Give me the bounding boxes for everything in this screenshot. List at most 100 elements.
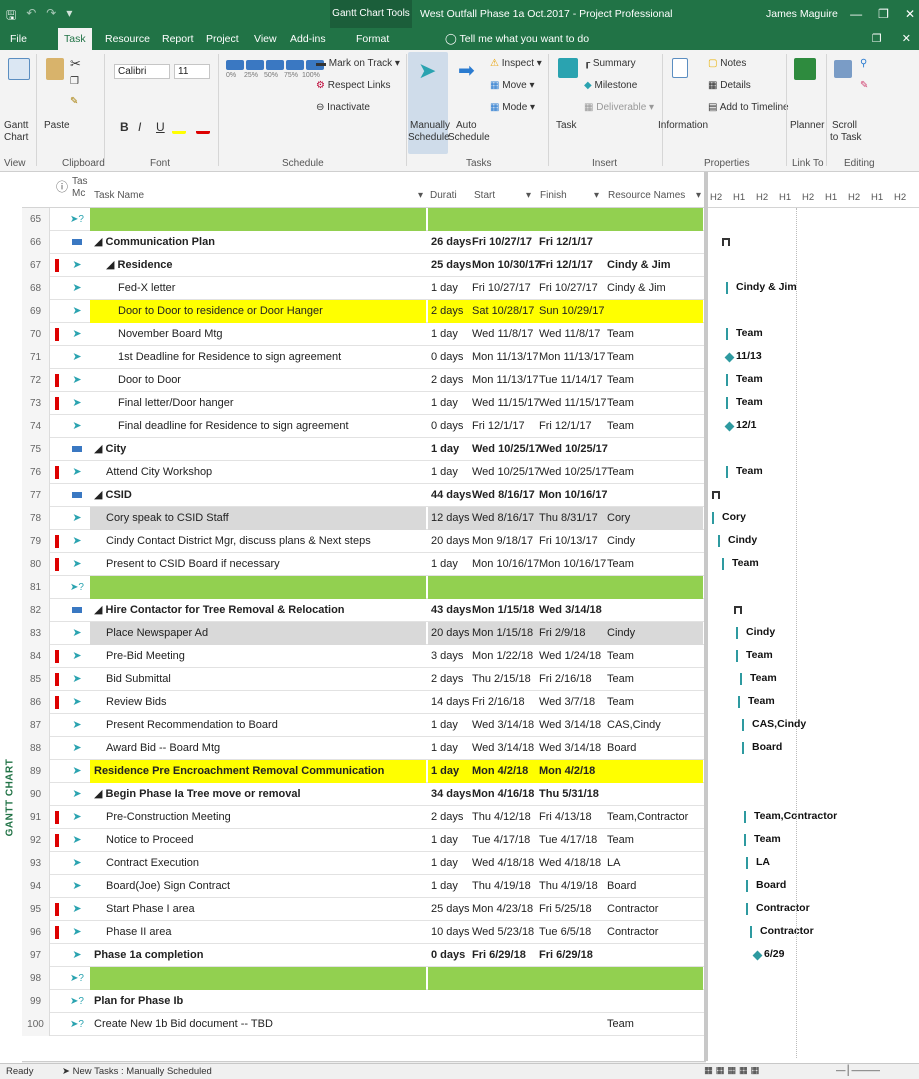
gantt-chart-icon[interactable] (8, 58, 30, 80)
start-filter-icon[interactable]: ▾ (526, 190, 531, 201)
task-bar[interactable] (718, 535, 720, 547)
auto-label[interactable]: Auto (456, 120, 477, 131)
task-name-cell[interactable]: ◢ CSID (90, 484, 426, 507)
task-mode-cell[interactable]: ➤ (66, 783, 88, 806)
tab-add-ins[interactable]: Add-ins (284, 28, 332, 50)
start-cell[interactable] (470, 967, 537, 990)
resource-cell[interactable]: Team (605, 346, 703, 369)
restore-icon[interactable]: ❐ (878, 0, 889, 28)
start-cell[interactable]: Wed 3/14/18 (470, 737, 537, 760)
highlight-color-icon[interactable] (172, 120, 186, 134)
mark-on-track-button[interactable]: ▬ Mark on Track ▾ (316, 58, 400, 69)
duration-cell[interactable]: 20 days (428, 530, 472, 553)
duration-cell[interactable]: 1 day (428, 392, 472, 415)
customize-icon[interactable]: ▾ (66, 6, 72, 27)
duration-cell[interactable] (428, 576, 472, 599)
duration-cell[interactable] (428, 208, 472, 231)
finish-cell[interactable]: Fri 12/1/17 (537, 415, 605, 438)
finish-header[interactable]: Finish (540, 190, 567, 201)
finish-cell[interactable]: Tue 4/17/18 (537, 829, 605, 852)
finish-cell[interactable]: Fri 10/13/17 (537, 530, 605, 553)
task-mode-cell[interactable] (66, 484, 88, 507)
task-mode-cell[interactable]: ➤ (66, 323, 88, 346)
resource-cell[interactable]: Team (605, 668, 703, 691)
insert-task-label[interactable]: Task (556, 120, 577, 131)
row-number[interactable]: 74 (22, 415, 50, 438)
duration-cell[interactable]: 1 day (428, 714, 472, 737)
task-mode-cell[interactable]: ➤ (66, 392, 88, 415)
task-bar[interactable] (742, 719, 744, 731)
start-cell[interactable]: Wed 11/15/17 (470, 392, 539, 415)
start-cell[interactable]: Tue 4/17/18 (470, 829, 537, 852)
resource-cell[interactable] (605, 990, 703, 1013)
resource-cell[interactable]: Team (605, 323, 703, 346)
finish-cell[interactable]: Mon 11/13/17 (537, 346, 605, 369)
milestone-marker[interactable] (724, 352, 735, 363)
duration-cell[interactable]: 25 days (428, 898, 472, 921)
table-row[interactable]: 90 ➤ ◢ Begin Phase Ia Tree move or removal… (22, 783, 706, 806)
summary-bar[interactable] (734, 606, 742, 614)
milestone-marker[interactable] (752, 950, 763, 961)
task-mode-cell[interactable]: ➤? (66, 990, 88, 1013)
task-mode-header-1[interactable]: Tas (72, 176, 88, 187)
table-row[interactable]: 69 ➤ Door to Door to residence or Door Han… (22, 300, 706, 323)
tab-view[interactable]: View (248, 28, 283, 50)
row-number[interactable]: 91 (22, 806, 50, 829)
resource-cell[interactable]: LA (605, 852, 703, 875)
row-number[interactable]: 78 (22, 507, 50, 530)
finish-cell[interactable]: Wed 10/25/17 (537, 461, 607, 484)
task-name-cell[interactable]: Cindy Contact District Mgr, discuss plan… (90, 530, 426, 553)
finish-cell[interactable] (537, 967, 605, 990)
user-name[interactable]: James Maguire (766, 0, 838, 28)
task-mode-cell[interactable]: ➤ (66, 944, 88, 967)
resource-cell[interactable]: Team (605, 553, 703, 576)
task-name-cell[interactable]: Present to CSID Board if necessary (90, 553, 426, 576)
move-button[interactable]: ▦ Move ▾ (490, 80, 535, 91)
start-cell[interactable]: Mon 4/23/18 (470, 898, 537, 921)
start-cell[interactable]: Wed 5/23/18 (470, 921, 537, 944)
indicator-icon[interactable] (55, 811, 59, 824)
task-name-cell[interactable]: Attend City Workshop (90, 461, 426, 484)
planner-label[interactable]: Planner (790, 120, 824, 131)
pin-icon[interactable]: ➤ (418, 58, 436, 84)
duration-cell[interactable]: 1 day (428, 461, 472, 484)
cut-icon[interactable]: ✂ (70, 56, 81, 72)
task-bar[interactable] (742, 742, 744, 754)
task-bar[interactable] (722, 558, 724, 570)
finish-cell[interactable]: Wed 3/14/18 (537, 714, 605, 737)
ribbon-close-icon[interactable]: ✕ (902, 28, 911, 50)
duration-cell[interactable]: 1 day (428, 829, 472, 852)
underline-button[interactable]: U (156, 120, 165, 134)
task-mode-cell[interactable]: ➤? (66, 967, 88, 990)
row-number[interactable]: 100 (22, 1013, 50, 1036)
table-row[interactable]: 84 ➤ Pre-Bid Meeting 3 days Mon 1/22/18 Wed 1… (22, 645, 706, 668)
task-name-cell[interactable]: Phase II area (90, 921, 426, 944)
start-cell[interactable] (470, 990, 537, 1013)
start-cell[interactable]: Fri 12/1/17 (470, 415, 537, 438)
task-bar[interactable] (746, 857, 748, 869)
table-row[interactable]: 76 ➤ Attend City Workshop 1 day Wed 10/25/17… (22, 461, 706, 484)
row-number[interactable]: 75 (22, 438, 50, 461)
resource-cell[interactable]: Board (605, 737, 703, 760)
duration-cell[interactable] (428, 1013, 472, 1036)
task-mode-cell[interactable] (66, 231, 88, 254)
indicator-icon[interactable] (55, 673, 59, 686)
mode-button[interactable]: ▦ Mode ▾ (490, 102, 535, 113)
duration-cell[interactable]: 1 day (428, 438, 472, 461)
tab-report[interactable]: Report (156, 28, 200, 50)
indicator-icon[interactable] (55, 558, 59, 571)
finish-cell[interactable] (537, 208, 605, 231)
row-number[interactable]: 67 (22, 254, 50, 277)
row-number[interactable]: 77 (22, 484, 50, 507)
table-row[interactable]: 65 ➤? (22, 208, 706, 231)
indicator-icon[interactable] (55, 535, 59, 548)
table-row[interactable]: 99 ➤? Plan for Phase Ib (22, 990, 706, 1013)
table-row[interactable]: 95 ➤ Start Phase I area 25 days Mon 4/23/18 F… (22, 898, 706, 921)
start-cell[interactable]: Sat 10/28/17 (470, 300, 537, 323)
task-name-cell[interactable]: ◢ Communication Plan (90, 231, 426, 254)
task-name-cell[interactable]: Door to Door (90, 369, 426, 392)
resource-cell[interactable]: Cindy (605, 622, 703, 645)
task-bar[interactable] (736, 627, 738, 639)
duration-cell[interactable]: 10 days (428, 921, 472, 944)
resource-cell[interactable]: Team (605, 392, 703, 415)
